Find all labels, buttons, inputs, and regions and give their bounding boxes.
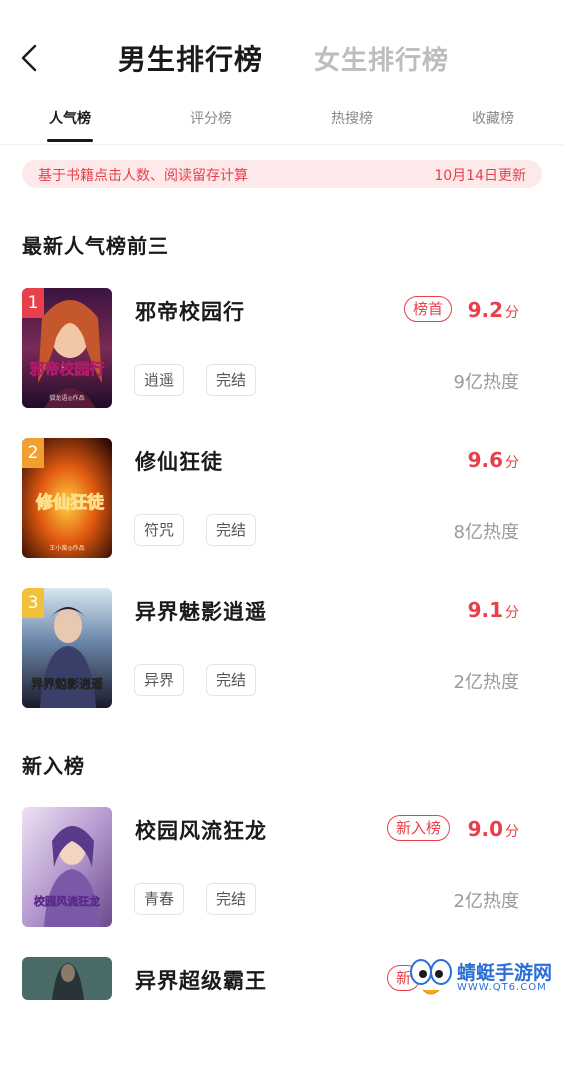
active-tab-indicator — [47, 139, 93, 142]
score-unit: 分 — [505, 305, 519, 321]
watermark-text: 蜻蜓手游网 — [457, 962, 553, 984]
tab-female-ranking[interactable]: 女生排行榜 — [314, 40, 449, 77]
notice-banner: 基于书籍点击人数、阅读留存计算 10月14日更新 — [22, 160, 542, 188]
score-value: 9.0 — [467, 817, 503, 841]
notice-text: 基于书籍点击人数、阅读留存计算 — [38, 168, 248, 184]
dragonfly-logo-icon — [410, 959, 452, 995]
tab-hot-search[interactable]: 热搜榜 — [307, 108, 397, 128]
book-heat: 2亿热度 — [453, 891, 519, 912]
book-score: 9.6 分 — [468, 448, 519, 472]
book-score: 9.2 分 — [468, 298, 519, 322]
cover-author-text: 王小蛮◎作品 — [49, 544, 84, 552]
book-title: 邪帝校园行 — [135, 300, 245, 324]
score-value: 9.1 — [467, 598, 503, 622]
book-item[interactable]: 校园风流狂龙 校园风流狂龙 新入榜 9.0 分 青春 完结 2亿热度 — [0, 807, 563, 927]
section-title-new: 新入榜 — [22, 754, 85, 778]
score-unit: 分 — [505, 605, 519, 621]
score-unit: 分 — [505, 455, 519, 471]
book-cover[interactable]: 异界魅影逍遥 3 — [22, 588, 112, 708]
book-cover[interactable]: 邪帝校园行 狐龙语◎作品 1 — [22, 288, 112, 408]
book-heat: 9亿热度 — [453, 372, 519, 393]
book-tag[interactable]: 完结 — [206, 364, 257, 396]
book-title: 校园风流狂龙 — [135, 819, 267, 843]
book-item[interactable]: 修仙狂徒 王小蛮◎作品 2 修仙狂徒 9.6 分 符咒 完结 8亿热度 — [0, 438, 563, 558]
book-tag[interactable]: 异界 — [134, 664, 185, 696]
book-tag[interactable]: 符咒 — [134, 514, 185, 546]
book-title: 异界超级霸王 — [135, 969, 267, 993]
book-tag[interactable]: 完结 — [206, 514, 257, 546]
book-cover[interactable]: 修仙狂徒 王小蛮◎作品 2 — [22, 438, 112, 558]
book-heat: 8亿热度 — [453, 522, 519, 543]
ranking-tabs: 人气榜 评分榜 热搜榜 收藏榜 — [0, 100, 563, 144]
book-tag[interactable]: 逍遥 — [134, 364, 185, 396]
rank-badge: 3 — [22, 588, 44, 618]
cover-title-text: 异界魅影逍遥 — [31, 676, 103, 691]
book-cover[interactable] — [22, 957, 112, 1000]
notice-updated: 10月14日更新 — [434, 168, 526, 184]
section-title-top3: 最新人气榜前三 — [22, 234, 169, 258]
score-value: 9.2 — [467, 298, 503, 322]
book-tag[interactable]: 完结 — [206, 664, 257, 696]
header: 男生排行榜 女生排行榜 — [0, 0, 563, 100]
back-button[interactable] — [18, 42, 42, 74]
score-value: 9.6 — [467, 448, 503, 472]
tab-rating[interactable]: 评分榜 — [166, 108, 256, 128]
book-title: 修仙狂徒 — [135, 450, 223, 474]
chevron-left-icon — [21, 44, 37, 72]
cover-title-text: 修仙狂徒 — [35, 492, 105, 513]
book-item[interactable]: 邪帝校园行 狐龙语◎作品 1 邪帝校园行 榜首 9.2 分 逍遥 完结 9亿热度 — [0, 288, 563, 408]
new-entry-badge: 新入榜 — [387, 815, 451, 841]
book-score: 9.0 分 — [468, 817, 519, 841]
book-score: 9.1 分 — [468, 598, 519, 622]
book-heat: 2亿热度 — [453, 672, 519, 693]
book-tag[interactable]: 青春 — [134, 883, 185, 915]
tab-male-ranking[interactable]: 男生排行榜 — [118, 38, 263, 78]
book-item[interactable]: 异界魅影逍遥 3 异界魅影逍遥 9.1 分 异界 完结 2亿热度 — [0, 588, 563, 708]
divider — [0, 144, 563, 145]
tab-popularity[interactable]: 人气榜 — [25, 108, 115, 128]
top-badge: 榜首 — [404, 296, 453, 322]
rank-badge: 1 — [22, 288, 44, 318]
book-cover[interactable]: 校园风流狂龙 — [22, 807, 112, 927]
cover-title-text: 校园风流狂龙 — [34, 894, 100, 908]
book-tag[interactable]: 完结 — [206, 883, 257, 915]
watermark-url: WWW.QT6.COM — [457, 982, 547, 993]
rank-badge: 2 — [22, 438, 44, 468]
tab-favorites[interactable]: 收藏榜 — [448, 108, 538, 128]
score-unit: 分 — [505, 824, 519, 840]
watermark: 蜻蜓手游网 WWW.QT6.COM — [409, 956, 559, 998]
cover-author-text: 狐龙语◎作品 — [49, 394, 84, 402]
book-title: 异界魅影逍遥 — [135, 600, 267, 624]
cover-title-text: 邪帝校园行 — [28, 360, 104, 378]
